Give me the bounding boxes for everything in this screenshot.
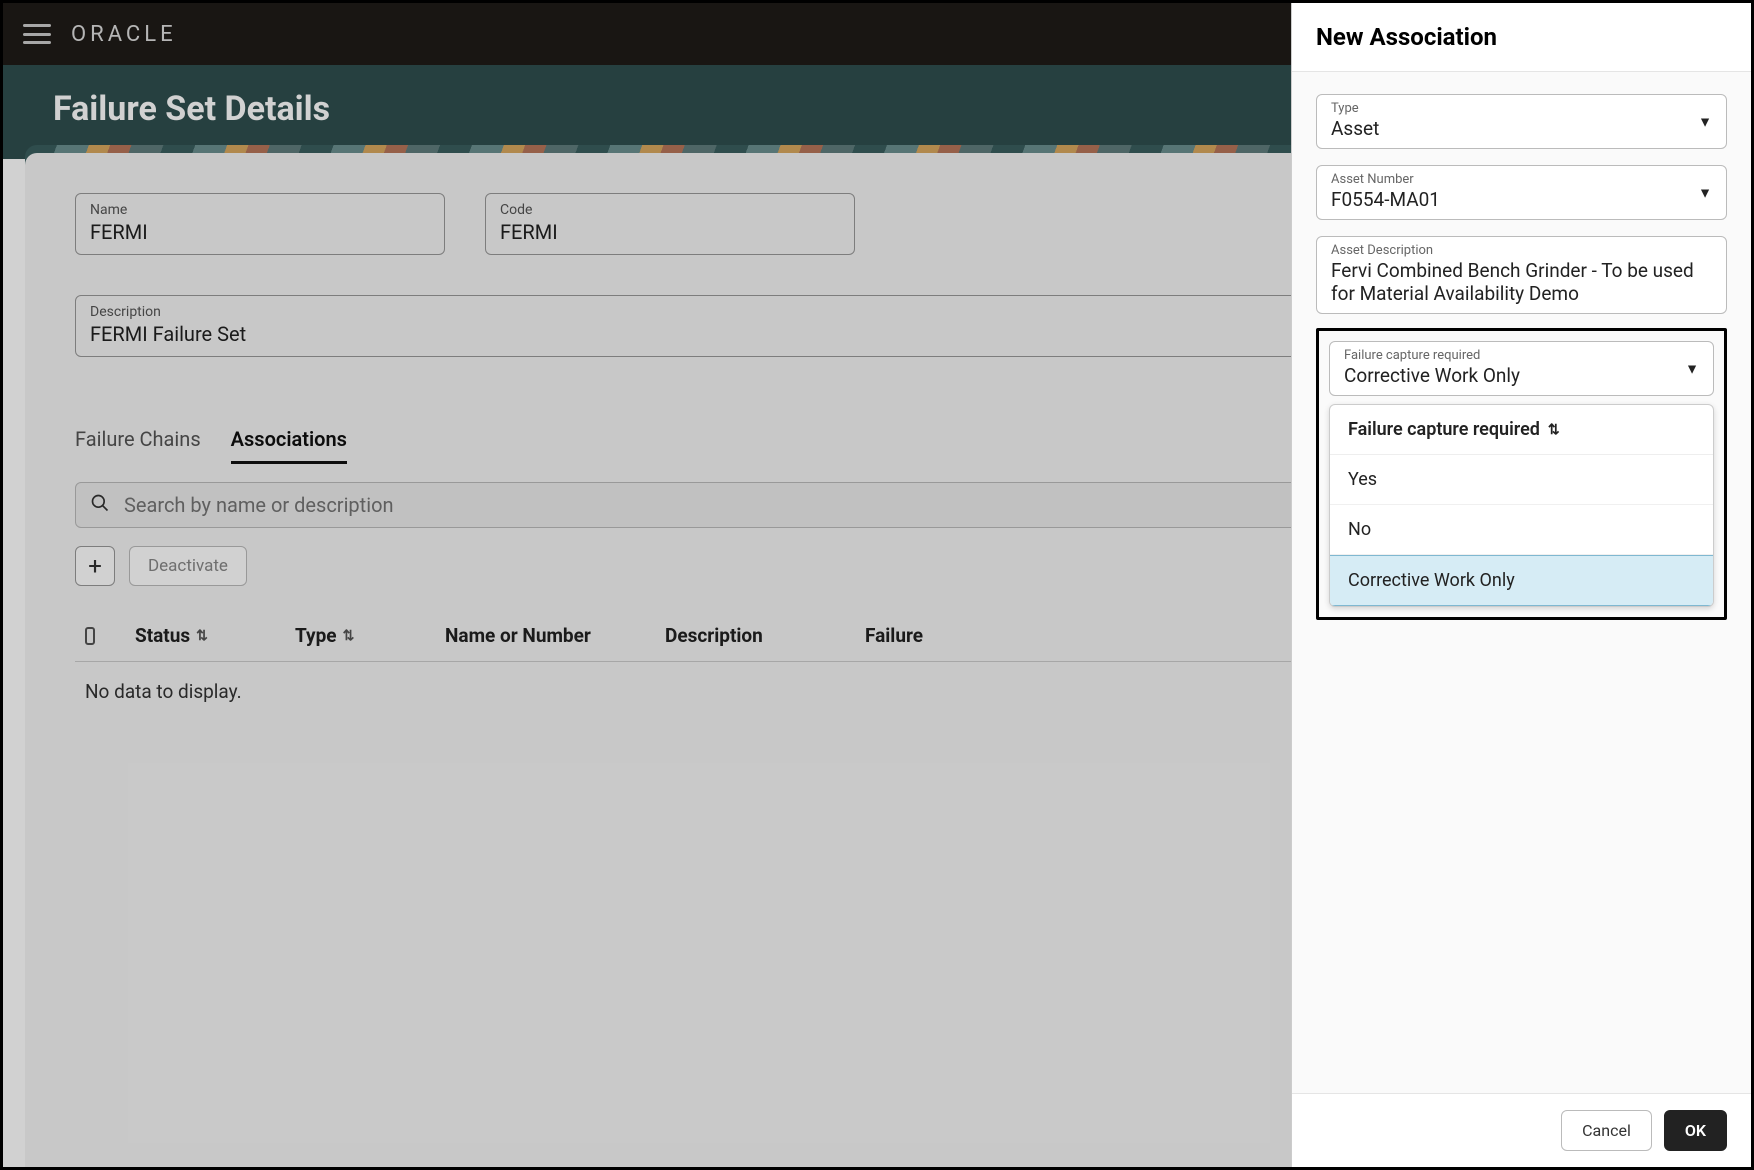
chevron-down-icon: ▼ [1698,113,1712,130]
asset-description-value: Fervi Combined Bench Grinder - To be use… [1331,259,1712,305]
failure-capture-dropdown: Failure capture required ⇅ Yes No Correc… [1329,404,1714,607]
asset-number-select[interactable]: Asset Number F0554-MA01 ▼ [1316,165,1727,220]
dropdown-option-yes[interactable]: Yes [1330,455,1713,505]
ok-button[interactable]: OK [1664,1110,1727,1151]
chevron-down-icon: ▼ [1685,360,1699,377]
failure-capture-select[interactable]: Failure capture required Corrective Work… [1329,341,1714,396]
new-association-drawer: New Association Type Asset ▼ Asset Numbe… [1291,3,1751,1167]
dropdown-header: Failure capture required ⇅ [1330,405,1713,455]
drawer-footer: Cancel OK [1292,1093,1751,1167]
sort-icon: ⇅ [1548,422,1560,438]
asset-number-label: Asset Number [1331,172,1712,187]
cancel-button[interactable]: Cancel [1561,1110,1652,1151]
failure-capture-highlight: Failure capture required Corrective Work… [1316,328,1727,620]
type-value: Asset [1331,117,1712,140]
dropdown-option-no[interactable]: No [1330,505,1713,555]
dropdown-option-corrective[interactable]: Corrective Work Only [1330,555,1713,606]
type-select[interactable]: Type Asset ▼ [1316,94,1727,149]
drawer-title: New Association [1292,3,1751,72]
asset-description-field: Asset Description Fervi Combined Bench G… [1316,236,1727,314]
asset-number-value: F0554-MA01 [1331,188,1712,211]
asset-description-label: Asset Description [1331,243,1712,258]
failure-capture-value: Corrective Work Only [1344,364,1699,387]
failure-capture-label: Failure capture required [1344,348,1699,363]
chevron-down-icon: ▼ [1698,184,1712,201]
type-label: Type [1331,101,1712,116]
